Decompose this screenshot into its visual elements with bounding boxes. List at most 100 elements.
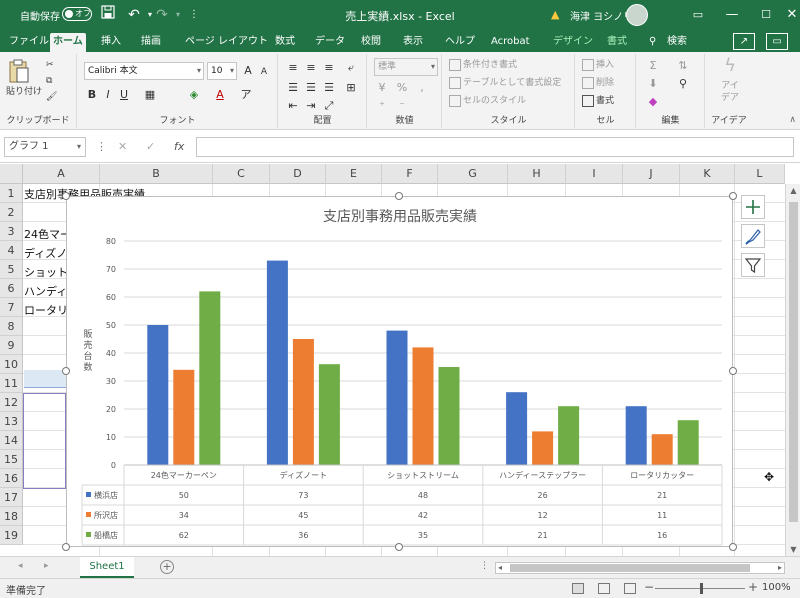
sort-filter-icon[interactable]: ⇅ (675, 58, 691, 74)
column-header-g[interactable]: G (438, 164, 508, 184)
comma-icon[interactable]: , (414, 80, 430, 96)
column-header-k[interactable]: K (680, 164, 735, 184)
insert-function-icon[interactable]: fx (174, 140, 184, 153)
column-header-h[interactable]: H (508, 164, 566, 184)
lightning-icon[interactable]: ϟ (720, 57, 740, 75)
zoom-in-icon[interactable]: + (748, 580, 758, 594)
tab-acrobat[interactable]: Acrobat (488, 33, 533, 52)
resize-handle-tl[interactable] (62, 192, 70, 200)
share-icon[interactable]: ↗ (733, 33, 755, 50)
search-icon[interactable]: ⚲ (646, 33, 659, 52)
row-header-6[interactable]: 6 (0, 279, 23, 298)
column-header-d[interactable]: D (270, 164, 326, 184)
row-header-16[interactable]: 16 (0, 469, 23, 488)
tab-view[interactable]: 表示 (400, 33, 426, 52)
confirm-entry-icon[interactable]: ✓ (146, 140, 155, 153)
font-color-icon[interactable]: A (212, 87, 228, 103)
increase-indent-icon[interactable]: ⇥ (303, 98, 319, 114)
find-select-icon[interactable]: ⚲ (675, 76, 691, 92)
row-header-10[interactable]: 10 (0, 355, 23, 374)
name-box[interactable]: グラフ 1 ▾ (4, 137, 86, 157)
cancel-entry-icon[interactable]: ✕ (118, 140, 127, 153)
zoom-out-icon[interactable]: − (644, 580, 654, 594)
fill-icon[interactable]: ⬇ (645, 76, 661, 92)
insert-cells-button[interactable]: 挿入 (582, 58, 614, 72)
number-format-combo[interactable]: 標準 ▾ (374, 58, 438, 76)
cell-a5[interactable]: ショットストリーム (24, 263, 66, 282)
percent-icon[interactable]: % (394, 80, 410, 96)
cell-a7[interactable]: ロータリカッター (24, 301, 66, 320)
merge-cells-icon[interactable]: ⊞ (343, 80, 359, 96)
ribbon-display-icon[interactable]: ▭ (680, 0, 716, 30)
row-header-1[interactable]: 1 (0, 184, 23, 203)
scroll-left-icon[interactable]: ◂ (498, 563, 502, 572)
ideas-button[interactable]: アイデア (718, 80, 742, 104)
bold-icon[interactable]: B (84, 87, 100, 103)
save-icon[interactable] (98, 5, 118, 25)
row-header-18[interactable]: 18 (0, 507, 23, 526)
tab-data[interactable]: データ (312, 33, 348, 52)
sheet-tab-sheet1[interactable]: Sheet1 (80, 557, 134, 578)
row-header-17[interactable]: 17 (0, 488, 23, 507)
copy-icon[interactable]: ⧉ (46, 74, 52, 88)
align-left-icon[interactable]: ☰ (285, 80, 301, 96)
chart-filters-button[interactable] (741, 253, 765, 277)
avatar[interactable] (626, 4, 648, 26)
orientation-icon[interactable]: ⤢ (321, 98, 337, 114)
selected-cell-a2[interactable] (24, 370, 66, 388)
close-icon[interactable]: ✕ (774, 0, 800, 30)
cut-icon[interactable]: ✂ (46, 58, 54, 72)
row-header-5[interactable]: 5 (0, 260, 23, 279)
font-size-combo[interactable]: 10 ▾ (207, 62, 237, 80)
cell-a4[interactable]: ディズノート (24, 244, 66, 263)
formula-input[interactable] (196, 137, 794, 157)
currency-icon[interactable]: ¥ (374, 80, 390, 96)
scroll-right-icon[interactable]: ▸ (778, 563, 782, 572)
resize-handle-tr[interactable] (729, 192, 737, 200)
borders-icon[interactable]: ▦ (142, 87, 158, 103)
format-painter-icon[interactable]: 🖌 (46, 90, 57, 104)
wrap-text-icon[interactable]: ⤶ (343, 60, 359, 76)
cell-a6[interactable]: ハンディーステップラー (24, 282, 66, 301)
clear-icon[interactable]: ◆ (645, 94, 661, 110)
tab-file[interactable]: ファイル (6, 33, 52, 52)
add-sheet-icon[interactable]: + (160, 560, 174, 574)
cell-styles-button[interactable]: セルのスタイル (449, 94, 526, 108)
resize-handle-bl[interactable] (62, 543, 70, 551)
row-header-19[interactable]: 19 (0, 526, 23, 545)
align-bottom-icon[interactable]: ≡ (321, 60, 337, 76)
format-as-table-button[interactable]: テーブルとして書式設定 (449, 76, 561, 90)
user-name[interactable]: 海津 ヨシノリ (570, 8, 633, 23)
prev-sheet-icon[interactable]: ◂ (18, 561, 23, 571)
column-header-b[interactable]: B (100, 164, 213, 184)
row-header-2[interactable]: 2 (0, 203, 23, 222)
tab-home[interactable]: ホーム (50, 33, 86, 52)
collapse-ribbon-icon[interactable]: ∧ (789, 115, 796, 125)
fill-color-icon[interactable]: ◈ (186, 87, 202, 103)
grow-font-icon[interactable]: A (240, 63, 256, 79)
align-middle-icon[interactable]: ≡ (303, 60, 319, 76)
tab-formulas[interactable]: 数式 (272, 33, 298, 52)
column-header-e[interactable]: E (326, 164, 382, 184)
minimize-icon[interactable]: — (714, 0, 750, 30)
select-all-corner[interactable] (0, 164, 23, 184)
chart-elements-button[interactable] (741, 195, 765, 219)
row-header-3[interactable]: 3 (0, 222, 23, 241)
tab-split-icon[interactable]: ⋮ (480, 561, 489, 571)
tab-chart-format[interactable]: 書式 (604, 33, 630, 52)
paste-button[interactable]: 貼り付け (6, 85, 42, 99)
align-top-icon[interactable]: ≡ (285, 60, 301, 76)
column-header-i[interactable]: I (566, 164, 623, 184)
comments-icon[interactable]: ▭ (766, 33, 788, 50)
tab-draw[interactable]: 描画 (138, 33, 164, 52)
resize-handle-right[interactable] (729, 367, 737, 375)
horizontal-scroll-thumb[interactable] (510, 564, 750, 572)
phonetic-icon[interactable]: ア (238, 87, 254, 103)
column-header-j[interactable]: J (623, 164, 680, 184)
horizontal-scrollbar[interactable]: ◂ ▸ (495, 562, 785, 574)
customize-qat-icon[interactable]: ⋮ (184, 5, 204, 25)
tab-page-layout[interactable]: ページ レイアウト (182, 33, 271, 52)
row-header-11[interactable]: 11 (0, 374, 23, 393)
decrease-decimal-icon[interactable]: ⁻ (394, 98, 410, 114)
column-header-l[interactable]: L (735, 164, 785, 184)
